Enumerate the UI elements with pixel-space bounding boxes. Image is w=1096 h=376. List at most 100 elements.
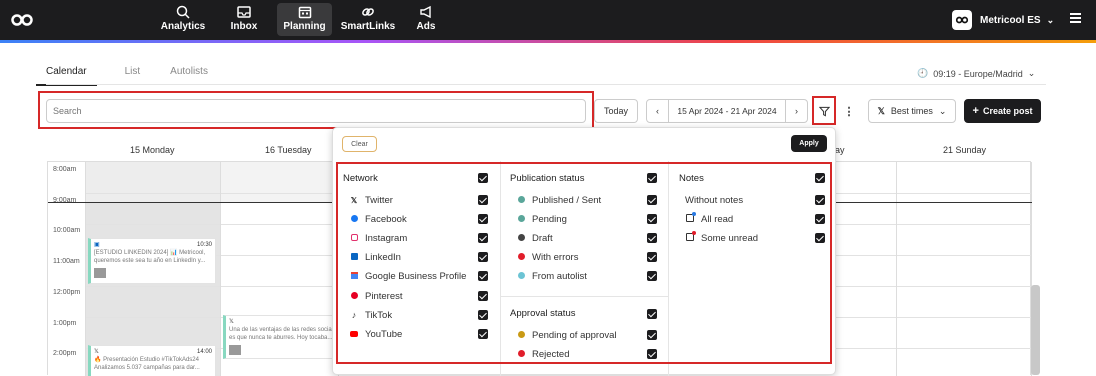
clock-icon: 🕘 xyxy=(917,68,929,78)
tab-calendar[interactable]: Calendar xyxy=(36,66,97,86)
option-label: Instagram xyxy=(365,232,408,244)
some-unread-checkbox[interactable] xyxy=(815,233,825,243)
more-options-button[interactable]: ⋮ xyxy=(841,99,857,123)
pending-checkbox[interactable] xyxy=(647,214,657,224)
tiktok-checkbox[interactable] xyxy=(478,310,488,320)
tab-autolists[interactable]: Autolists xyxy=(170,66,208,86)
facebook-checkbox[interactable] xyxy=(478,214,488,224)
rejected-checkbox[interactable] xyxy=(647,349,657,359)
day-divider xyxy=(896,162,897,376)
best-times-dropdown[interactable]: 𝕏 Best times ⌄ xyxy=(868,99,956,123)
section-divider xyxy=(501,296,668,297)
filter-option-published: Published / Sent xyxy=(516,194,601,206)
chevron-down-icon: ⌄ xyxy=(1027,68,1036,78)
view-tabs: Calendar List Autolists xyxy=(36,66,236,86)
network-all-checkbox[interactable] xyxy=(478,173,488,183)
option-label: All read xyxy=(701,213,734,225)
nav-planning[interactable]: Planning xyxy=(277,3,332,36)
filter-option-without-notes: Without notes xyxy=(685,194,743,206)
option-label: Twitter xyxy=(365,194,393,206)
filter-option-rejected: Rejected xyxy=(516,348,570,360)
status-dot xyxy=(517,195,525,203)
nav-ads[interactable]: Ads xyxy=(401,3,451,36)
today-button[interactable]: Today xyxy=(594,99,638,123)
option-label: Pending xyxy=(532,213,567,225)
approval-status-title: Approval status xyxy=(510,308,576,319)
pending-approval-checkbox[interactable] xyxy=(647,330,657,340)
timezone-label: 09:19 - Europe/Madrid xyxy=(933,68,1023,79)
filter-icon xyxy=(818,106,830,116)
calendar-post[interactable]: ▣ 10:30 [ESTUDIO LINKEDIN 2024] 📊 Metrico… xyxy=(88,238,216,284)
linkedin-icon xyxy=(349,252,359,262)
network-title: Network xyxy=(343,173,378,184)
approval-status-all-checkbox[interactable] xyxy=(647,309,657,319)
clear-button[interactable]: Clear xyxy=(342,136,377,152)
nav-inbox[interactable]: Inbox xyxy=(219,3,269,36)
time-label: 11:00am xyxy=(53,258,80,265)
best-times-label: Best times xyxy=(890,106,933,116)
past-time-shade xyxy=(220,162,338,202)
timezone-selector[interactable]: 🕘 09:19 - Europe/Madrid ⌄ xyxy=(917,68,1035,79)
post-text: 🔥 Presentación Estudio #TikTokAds24 xyxy=(94,357,199,363)
google-business-checkbox[interactable] xyxy=(478,271,488,281)
day-divider xyxy=(85,162,86,376)
filter-option-tiktok: ♪ TikTok xyxy=(349,309,392,321)
filter-option-youtube: YouTube xyxy=(349,328,402,340)
notes-all-checkbox[interactable] xyxy=(815,173,825,183)
filter-option-draft: Draft xyxy=(516,232,553,244)
top-navigation-bar: Analytics Inbox Planning SmartLinks Ads … xyxy=(0,0,1096,40)
option-label: With errors xyxy=(532,251,579,263)
next-week-button[interactable]: › xyxy=(785,100,807,122)
create-post-button[interactable]: + Create post xyxy=(964,99,1041,123)
account-name: Metricool ES xyxy=(980,14,1041,26)
tab-list[interactable]: List xyxy=(125,66,141,86)
status-dot xyxy=(517,330,525,338)
option-label: Pinterest xyxy=(365,290,403,302)
twitter-checkbox[interactable] xyxy=(478,195,488,205)
post-time: 14:00 xyxy=(196,349,212,355)
post-text: [ESTUDIO LINKEDIN 2024] 📊 Metricool, xyxy=(94,250,206,256)
post-thumbnail xyxy=(94,268,106,278)
option-label: Some unread xyxy=(701,232,759,244)
filter-option-pinterest: Pinterest xyxy=(349,290,403,302)
calendar-post[interactable]: 𝕏 Una de las ventajas de las redes socia… xyxy=(223,315,338,359)
option-label: Published / Sent xyxy=(532,194,602,206)
column-divider xyxy=(668,161,669,376)
filter-option-all-read: All read xyxy=(685,212,734,225)
tiktok-icon: ♪ xyxy=(351,310,357,320)
note-unread-icon xyxy=(685,231,696,243)
status-dot xyxy=(517,252,525,260)
option-label: Google Business Profile xyxy=(365,270,467,282)
account-selector[interactable]: Metricool ES ⌄ xyxy=(952,10,1054,30)
prev-week-button[interactable]: ‹ xyxy=(647,100,669,122)
youtube-checkbox[interactable] xyxy=(478,329,488,339)
metricool-logo-icon[interactable] xyxy=(11,11,33,29)
post-thumbnail xyxy=(229,345,241,355)
pinterest-checkbox[interactable] xyxy=(478,291,488,301)
calendar-post[interactable]: 𝕏 14:00 🔥 Presentación Estudio #TikTokAds… xyxy=(88,345,216,376)
published-checkbox[interactable] xyxy=(647,195,657,205)
publication-status-all-checkbox[interactable] xyxy=(647,173,657,183)
status-dot xyxy=(517,349,525,357)
megaphone-icon xyxy=(401,5,451,21)
instagram-icon xyxy=(349,233,359,243)
with-errors-checkbox[interactable] xyxy=(647,252,657,262)
date-range-label[interactable]: 15 Apr 2024 - 21 Apr 2024 xyxy=(677,106,776,116)
instagram-checkbox[interactable] xyxy=(478,233,488,243)
all-read-checkbox[interactable] xyxy=(815,214,825,224)
draft-checkbox[interactable] xyxy=(647,233,657,243)
from-autolist-checkbox[interactable] xyxy=(647,271,657,281)
search-input[interactable] xyxy=(46,99,586,123)
nav-smartlinks-label: SmartLinks xyxy=(340,21,396,32)
nav-analytics[interactable]: Analytics xyxy=(158,3,208,36)
calendar-scrollbar[interactable] xyxy=(1031,285,1040,375)
apply-button[interactable]: Apply xyxy=(791,135,827,152)
today-label: Today xyxy=(603,106,629,116)
filter-button[interactable] xyxy=(815,99,833,123)
option-label: YouTube xyxy=(365,328,403,340)
linkedin-checkbox[interactable] xyxy=(478,252,488,262)
menu-hamburger-icon[interactable] xyxy=(1070,13,1081,23)
without-notes-checkbox[interactable] xyxy=(815,195,825,205)
link-icon xyxy=(340,5,396,21)
nav-smartlinks[interactable]: SmartLinks xyxy=(340,3,396,36)
